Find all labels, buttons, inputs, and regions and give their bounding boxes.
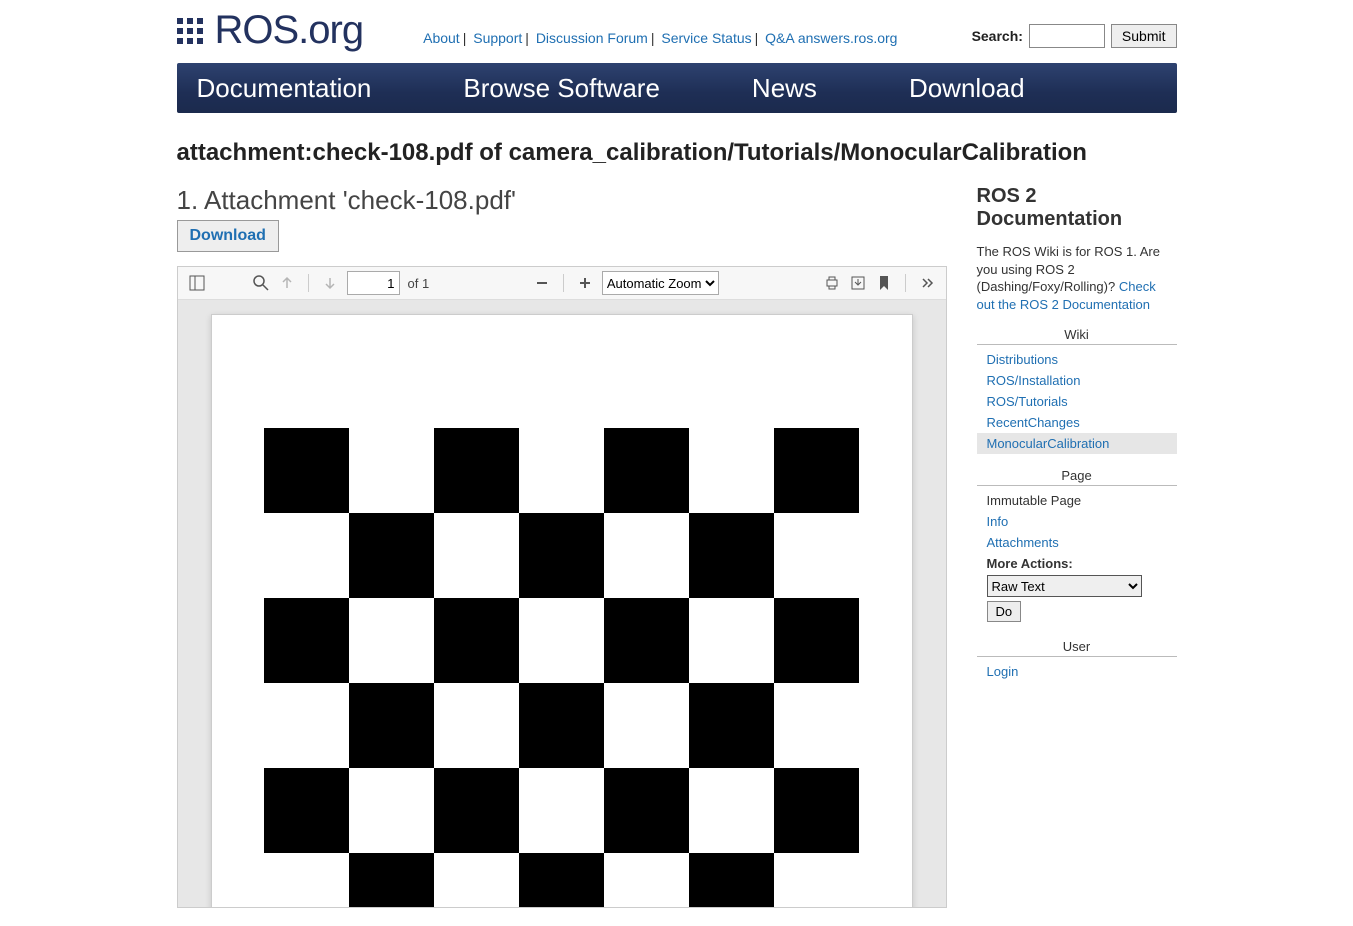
- ros2-doc-text: The ROS Wiki is for ROS 1. Are you using…: [977, 243, 1177, 313]
- logo[interactable]: ROS.org: [177, 8, 364, 53]
- wiki-links: Distributions ROS/Installation ROS/Tutor…: [977, 349, 1177, 454]
- sidebar-toggle-icon[interactable]: [188, 274, 206, 292]
- download-button[interactable]: Download: [177, 220, 279, 252]
- link-support[interactable]: Support: [473, 30, 522, 46]
- wiki-installation[interactable]: ROS/Installation: [987, 373, 1081, 388]
- do-button[interactable]: Do: [987, 601, 1022, 622]
- zoom-select[interactable]: Automatic Zoom: [602, 271, 719, 295]
- main-nav: Documentation Browse Software News Downl…: [177, 63, 1177, 113]
- separator: [308, 274, 309, 292]
- header: ROS.org About| Support| Discussion Forum…: [177, 0, 1177, 53]
- pdf-toolbar: of 1 Automatic Zoom: [178, 267, 946, 300]
- login-link[interactable]: Login: [987, 664, 1019, 679]
- link-qa[interactable]: Q&A answers.ros.org: [765, 30, 897, 46]
- sidebar: ROS 2 Documentation The ROS Wiki is for …: [977, 185, 1177, 908]
- logo-dots-icon: [177, 18, 203, 44]
- user-links: Login: [977, 661, 1177, 682]
- search-icon[interactable]: [252, 274, 270, 292]
- nav-documentation[interactable]: Documentation: [177, 63, 418, 113]
- page-info-link[interactable]: Info: [987, 514, 1009, 529]
- zoom-out-icon[interactable]: [533, 274, 551, 292]
- nav-browse-software[interactable]: Browse Software: [417, 63, 706, 113]
- wiki-current-page[interactable]: MonocularCalibration: [987, 436, 1110, 451]
- separator: [563, 274, 564, 292]
- immutable-page-label: Immutable Page: [977, 490, 1177, 511]
- checkerboard-pattern: [264, 428, 859, 908]
- separator: [905, 274, 906, 292]
- search-area: Search: Submit: [972, 24, 1177, 48]
- wiki-recentchanges[interactable]: RecentChanges: [987, 415, 1080, 430]
- zoom-in-icon[interactable]: [576, 274, 594, 292]
- print-icon[interactable]: [823, 274, 841, 292]
- search-input[interactable]: [1029, 24, 1105, 48]
- nav-news[interactable]: News: [706, 63, 863, 113]
- user-section-header: User: [977, 639, 1177, 657]
- pdf-page: [211, 314, 913, 907]
- top-links: About| Support| Discussion Forum| Servic…: [423, 30, 897, 46]
- wiki-section-header: Wiki: [977, 327, 1177, 345]
- link-service-status[interactable]: Service Status: [661, 30, 751, 46]
- main-content: 1. Attachment 'check-108.pdf' Download: [177, 185, 947, 908]
- page-title: attachment:check-108.pdf of camera_calib…: [177, 139, 1177, 167]
- page-actions: Immutable Page Info Attachments More Act…: [977, 490, 1177, 625]
- pdf-viewer: of 1 Automatic Zoom: [177, 266, 947, 908]
- more-actions-select[interactable]: Raw Text: [987, 575, 1142, 597]
- nav-download[interactable]: Download: [863, 63, 1071, 113]
- search-label: Search:: [972, 28, 1023, 44]
- next-page-icon[interactable]: [321, 274, 339, 292]
- link-forum[interactable]: Discussion Forum: [536, 30, 648, 46]
- page-count-label: of 1: [408, 276, 430, 291]
- logo-text: ROS.org: [215, 8, 364, 53]
- bookmark-icon[interactable]: [875, 274, 893, 292]
- page-section-header: Page: [977, 468, 1177, 486]
- wiki-tutorials[interactable]: ROS/Tutorials: [987, 394, 1068, 409]
- attachment-heading: 1. Attachment 'check-108.pdf': [177, 185, 947, 216]
- prev-page-icon[interactable]: [278, 274, 296, 292]
- ros2-doc-heading: ROS 2 Documentation: [977, 185, 1177, 231]
- page-attachments-link[interactable]: Attachments: [987, 535, 1059, 550]
- pdf-canvas[interactable]: [178, 300, 946, 907]
- more-tools-icon[interactable]: [918, 274, 936, 292]
- more-actions-label: More Actions:: [987, 556, 1073, 571]
- save-icon[interactable]: [849, 274, 867, 292]
- wiki-distributions[interactable]: Distributions: [987, 352, 1059, 367]
- link-about[interactable]: About: [423, 30, 460, 46]
- page-number-input[interactable]: [347, 271, 400, 295]
- search-submit-button[interactable]: Submit: [1111, 24, 1177, 48]
